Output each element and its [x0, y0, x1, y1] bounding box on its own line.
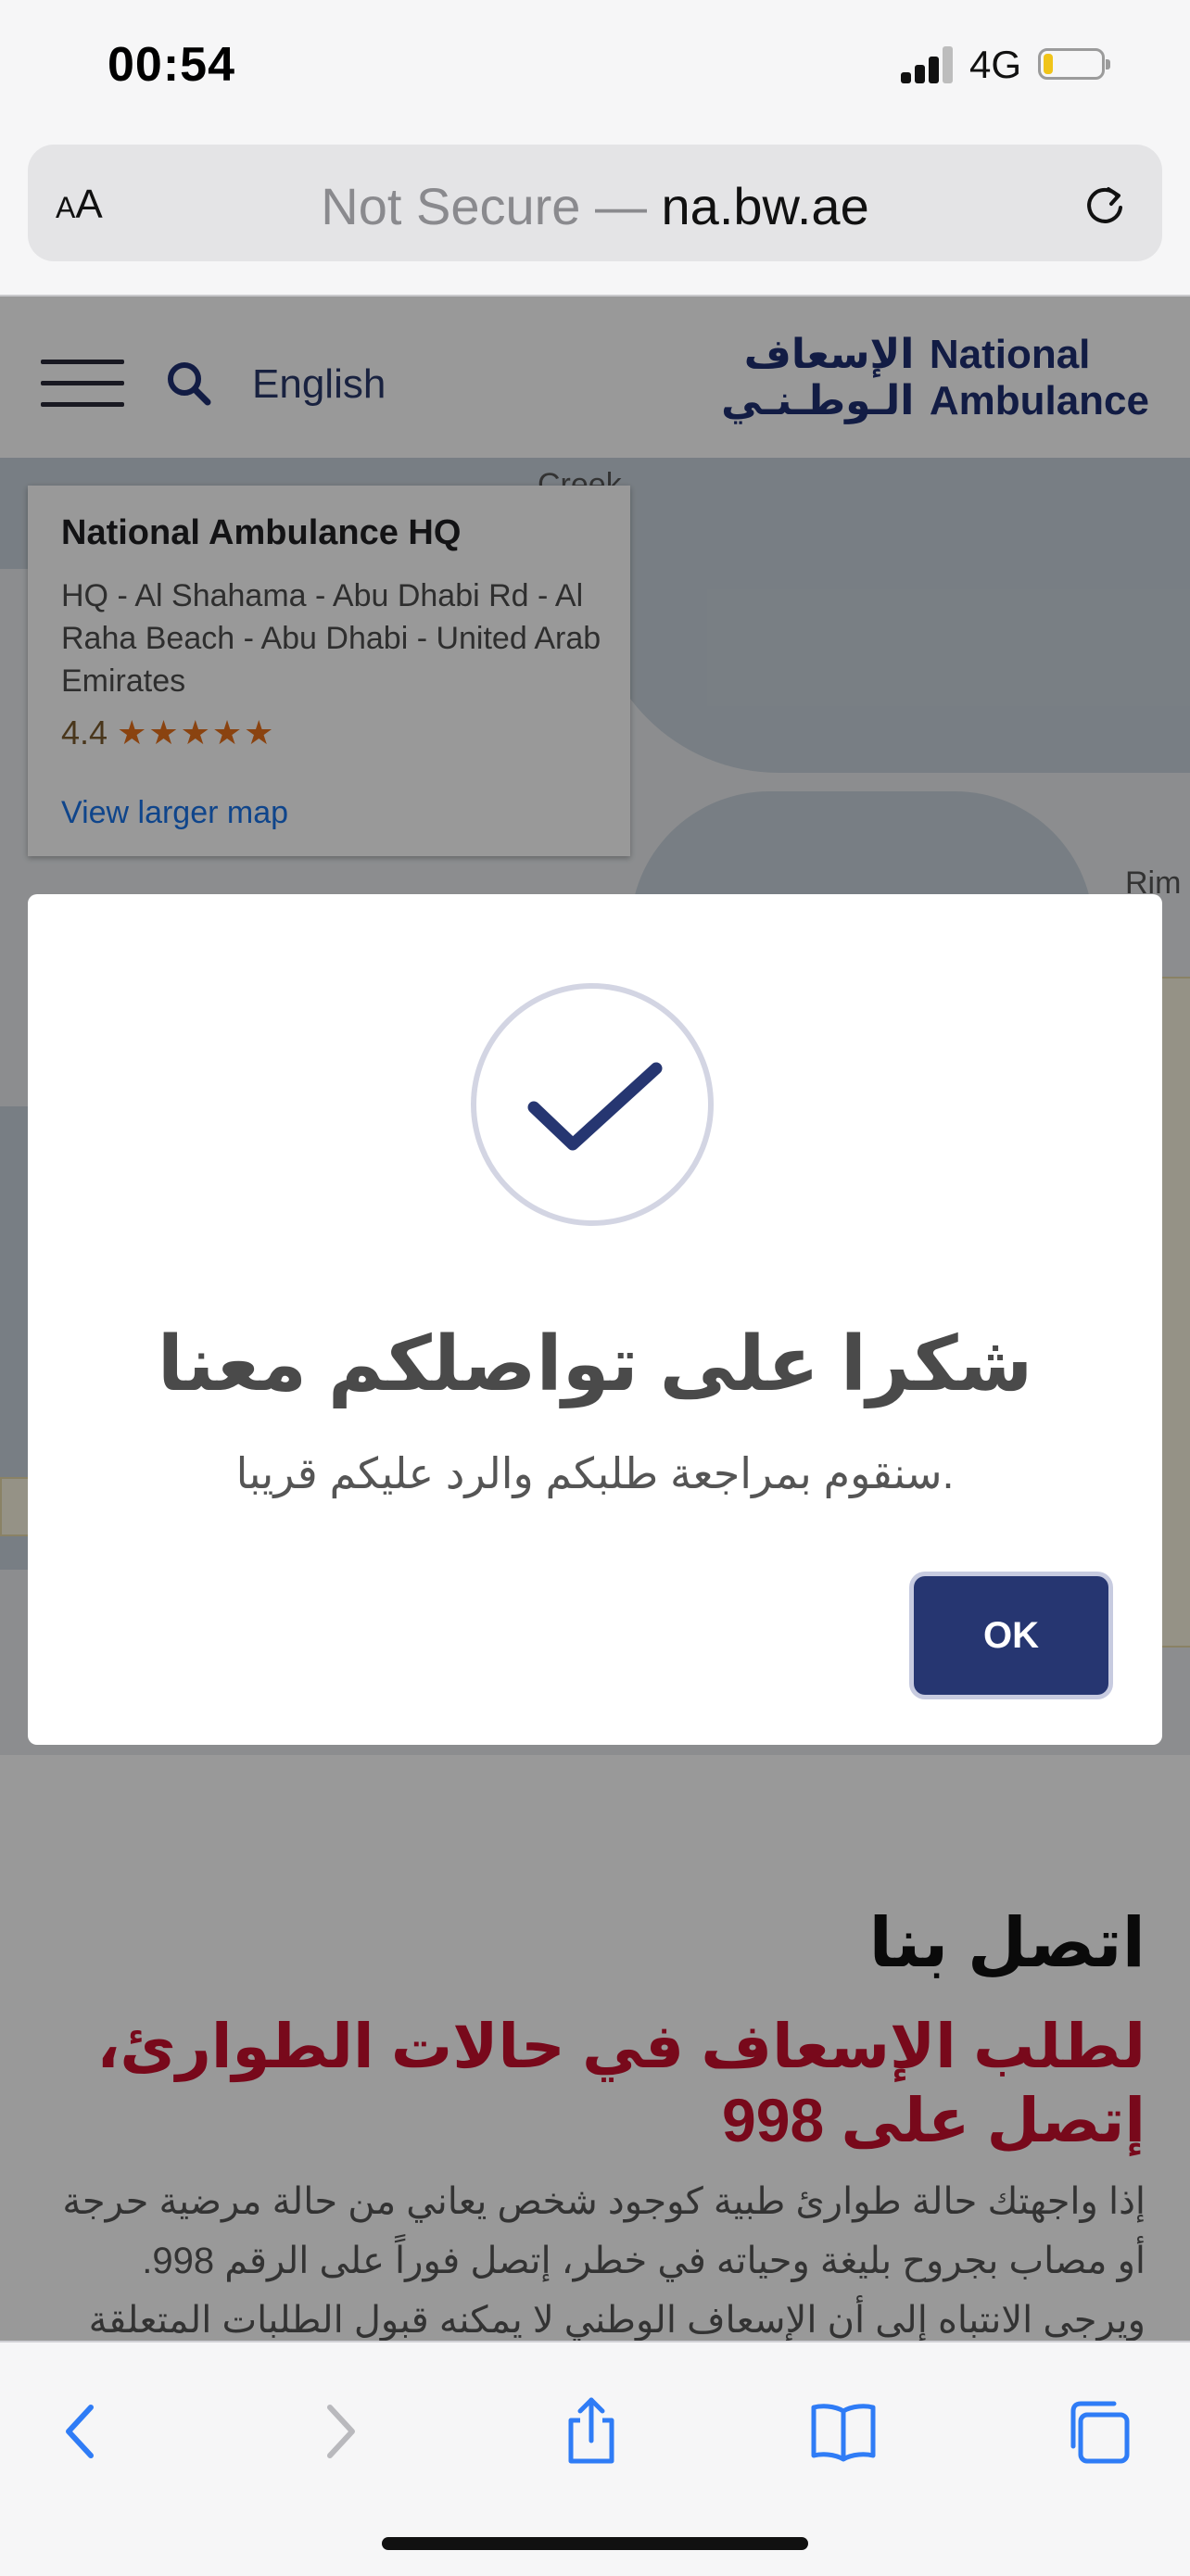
url-domain: na.bw.ae: [661, 177, 869, 235]
reload-icon[interactable]: [1081, 182, 1129, 230]
signal-icon: [901, 46, 955, 83]
success-dialog: شكرا على تواصلكم معنا .سنقوم بمراجعة طلب…: [28, 894, 1162, 1745]
address-bar[interactable]: AA Not Secure — na.bw.ae: [28, 145, 1162, 261]
home-indicator: [382, 2537, 808, 2550]
safari-address-area: AA Not Secure — na.bw.ae: [0, 139, 1190, 297]
tabs-icon[interactable]: [1062, 2394, 1136, 2469]
ok-button[interactable]: OK: [914, 1576, 1108, 1695]
bookmarks-icon[interactable]: [806, 2394, 880, 2469]
status-bar: 00:54 4G: [0, 0, 1190, 139]
success-check-icon: [471, 983, 714, 1226]
share-icon[interactable]: [554, 2394, 628, 2469]
back-icon[interactable]: [44, 2394, 119, 2469]
dialog-title: شكرا على تواصلكم معنا: [157, 1322, 1033, 1407]
forward-icon[interactable]: [302, 2394, 376, 2469]
dialog-message: .سنقوم بمراجعة طلبكم والرد عليكم قريبا: [235, 1449, 955, 1497]
battery-icon: [1038, 48, 1110, 80]
not-secure-label: Not Secure —: [321, 177, 662, 235]
network-type: 4G: [969, 43, 1022, 86]
clock: 00:54: [108, 38, 235, 92]
url-field[interactable]: Not Secure — na.bw.ae: [28, 176, 1162, 236]
